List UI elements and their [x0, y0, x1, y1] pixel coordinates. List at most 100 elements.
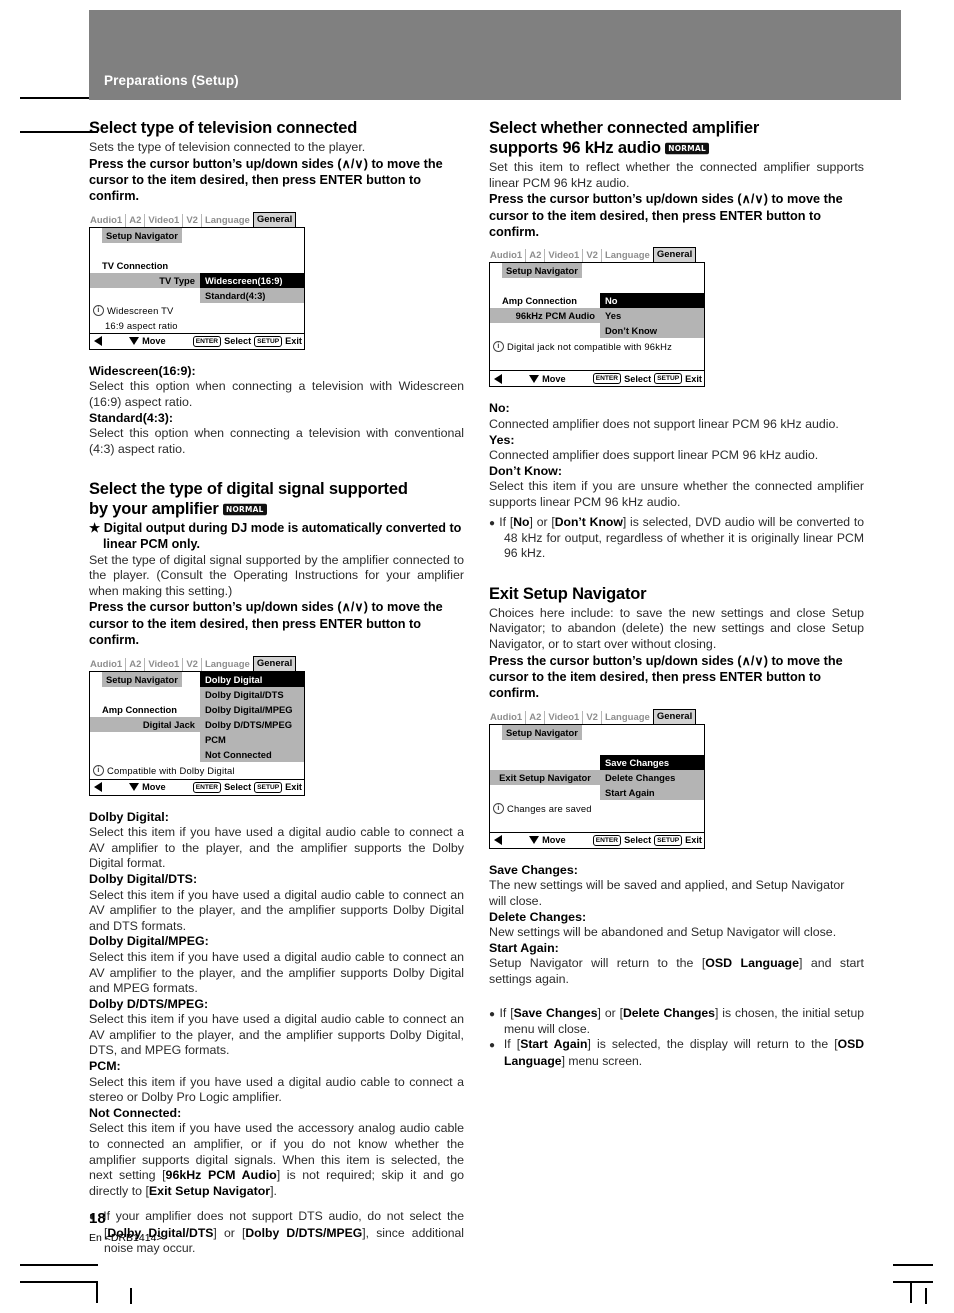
osd-tab-general[interactable]: General — [652, 708, 697, 724]
osd-tab-a2[interactable]: A2 — [125, 213, 144, 227]
osd-tab-language[interactable]: Language — [600, 249, 653, 263]
term-name-yes: Yes: — [489, 432, 515, 447]
osd-tab-language[interactable]: Language — [600, 710, 653, 724]
osd-option-yes[interactable]: Yes — [600, 308, 704, 324]
left-column: Select type of television connected Sets… — [89, 118, 464, 1257]
term-name-widescreen: Widescreen(16:9): — [89, 363, 196, 378]
osd-tab-v2[interactable]: V2 — [582, 249, 601, 263]
crop-mark-br-h1 — [893, 1264, 933, 1266]
right-column: Select whether connected amplifier suppo… — [489, 118, 864, 1069]
osd-label-amp-connection: Amp Connection — [502, 295, 577, 307]
bullet-96khz-note: ● If [No] or [Don’t Know] is selected, D… — [489, 515, 864, 562]
osd-tab-language[interactable]: Language — [200, 213, 253, 227]
term-name-standard: Standard(4:3): — [89, 410, 173, 425]
osd-key-setup[interactable]: SETUP — [254, 335, 283, 347]
osd-tab-audio1[interactable]: Audio1 — [489, 249, 525, 262]
section-heading-96khz-line2: supports 96 kHz audio — [489, 139, 661, 157]
osd-label-exit-setup-navigator: Exit Setup Navigator — [499, 771, 591, 783]
crop-mark-bl-v2 — [130, 1288, 132, 1304]
osd-option-not-connected[interactable]: Not Connected — [200, 746, 304, 762]
osd-row-tv-type-2: Standard(4:3) — [90, 287, 304, 303]
osd-tab-bar: Audio1 A2 Video1 V2 Language General — [89, 211, 305, 227]
osd-option-delete-changes[interactable]: Delete Changes — [600, 769, 704, 785]
osd-tab-video1[interactable]: Video1 — [144, 657, 182, 671]
normal-badge-icon: NORMAL — [665, 142, 709, 155]
osd-option-dont-know[interactable]: Don’t Know — [600, 323, 704, 339]
osd-tab-a2[interactable]: A2 — [525, 710, 544, 724]
osd-body: Setup Navigator Dolby Digital Dolby Digi… — [89, 670, 305, 796]
osd-option-widescreen[interactable]: Widescreen(16:9) — [200, 272, 304, 288]
osd-tab-audio1[interactable]: Audio1 — [89, 214, 125, 227]
osd-option-start-again[interactable]: Start Again — [600, 784, 704, 800]
osd-tab-video1[interactable]: Video1 — [544, 249, 582, 263]
osd-info-text-1: Widescreen TV — [107, 304, 174, 316]
bullet-exit-note-1: ● If [Save Changes] or [Delete Changes] … — [489, 1006, 864, 1038]
section-intro-exit-setup: Choices here include: to save the new se… — [489, 605, 864, 651]
bullet-exit-note-2: ● If [Start Again] is selected, the disp… — [489, 1037, 864, 1069]
osd-tab-audio1[interactable]: Audio1 — [89, 658, 125, 671]
osd-option-save-changes[interactable]: Save Changes — [600, 754, 704, 770]
osd-row-blank — [490, 740, 704, 755]
osd-row-96khz: 96kHz PCM Audio Yes — [490, 308, 704, 324]
osd-option-pcm[interactable]: PCM — [200, 731, 304, 747]
bullet-dot-icon: ● — [489, 517, 496, 529]
term-name-dolby-d-dts-mpeg: Dolby D/DTS/MPEG: — [89, 996, 209, 1011]
term-name-not-connected: Not Connected: — [89, 1105, 182, 1120]
osd-option-standard[interactable]: Standard(4:3) — [200, 287, 304, 303]
osd-row-3: Start Again — [490, 784, 704, 800]
term-name-save-changes: Save Changes: — [489, 862, 578, 877]
osd-tab-general[interactable]: General — [252, 655, 297, 671]
osd-info-line-1: i Widescreen TV — [90, 303, 304, 318]
crop-mark-tr-h3 — [921, 43, 948, 45]
osd-option-dolby-digital[interactable]: Dolby Digital — [200, 671, 304, 687]
osd-row-2: Dolby Digital/DTS — [90, 686, 304, 702]
osd-key-enter[interactable]: ENTER — [592, 373, 622, 385]
info-icon: i — [93, 764, 104, 776]
osd-key-enter[interactable]: ENTER — [192, 335, 222, 347]
osd-info-text-1: Compatible with Dolby Digital — [107, 764, 235, 776]
osd-tab-audio1[interactable]: Audio1 — [489, 711, 525, 724]
term-desc-pcm: Select this item if you have used a digi… — [89, 1074, 464, 1105]
osd-row-amp-connection: Amp Connection Dolby Digital/MPEG — [90, 701, 304, 717]
triangle-left-icon — [94, 336, 102, 347]
osd-tab-video1[interactable]: Video1 — [144, 213, 182, 227]
osd-row-nav: Setup Navigator Dolby Digital — [90, 671, 304, 687]
bullet-96khz-note-text: If [No] or [Don’t Know] is selected, DVD… — [499, 514, 865, 561]
osd-tab-a2[interactable]: A2 — [125, 657, 144, 671]
osd-option-dolby-digital-mpeg[interactable]: Dolby Digital/MPEG — [200, 701, 304, 717]
osd-footer: Move ENTER Select SETUP Exit — [490, 370, 704, 386]
osd-foot-move: Move — [142, 336, 166, 347]
osd-body: Setup Navigator Save Changes Exit Setup … — [489, 723, 705, 849]
osd-tab-v2[interactable]: V2 — [582, 710, 601, 724]
section-heading-digital-signal: Select the type of digital signal suppor… — [89, 479, 464, 519]
osd-key-setup[interactable]: SETUP — [654, 373, 683, 385]
term-name-pcm: PCM: — [89, 1059, 121, 1074]
osd-row-exit-setup-navigator: Exit Setup Navigator Delete Changes — [490, 769, 704, 785]
osd-tab-v2[interactable]: V2 — [182, 213, 201, 227]
osd-row-digital-jack: Digital Jack Dolby D/DTS/MPEG — [90, 716, 304, 732]
term-desc-widescreen: Select this option when connecting a tel… — [89, 379, 464, 409]
osd-tab-v2[interactable]: V2 — [182, 657, 201, 671]
osd-label-96khz-pcm-audio: 96kHz PCM Audio — [515, 310, 595, 322]
osd-tab-a2[interactable]: A2 — [525, 249, 544, 263]
osd-tab-video1[interactable]: Video1 — [544, 710, 582, 724]
osd-foot-exit: Exit — [685, 373, 702, 384]
osd-option-dolby-d-dts-mpeg[interactable]: Dolby D/DTS/MPEG — [200, 716, 304, 732]
osd-tab-bar: Audio1 A2 Video1 V2 Language General — [489, 708, 705, 724]
osd-key-setup[interactable]: SETUP — [254, 781, 283, 793]
crop-mark-tr-v2 — [921, 7, 923, 34]
osd-key-enter[interactable]: ENTER — [192, 781, 222, 793]
term-name-dolby-digital-mpeg: Dolby Digital/MPEG: — [89, 934, 209, 949]
osd-key-enter[interactable]: ENTER — [592, 834, 622, 846]
info-icon: i — [493, 802, 504, 814]
osd-tab-general[interactable]: General — [652, 247, 697, 263]
osd-key-setup[interactable]: SETUP — [654, 834, 683, 846]
osd-info-line-2: 16:9 aspect ratio — [90, 318, 304, 333]
osd-row-blank — [90, 243, 304, 258]
osd-tab-general[interactable]: General — [252, 211, 297, 227]
osd-info-line-1: i Changes are saved — [490, 800, 704, 817]
osd-tab-language[interactable]: Language — [200, 657, 253, 671]
osd-row-tv-type: TV Type Widescreen(16:9) — [90, 272, 304, 288]
osd-option-no[interactable]: No — [600, 293, 704, 309]
osd-option-dolby-digital-dts[interactable]: Dolby Digital/DTS — [200, 686, 304, 702]
